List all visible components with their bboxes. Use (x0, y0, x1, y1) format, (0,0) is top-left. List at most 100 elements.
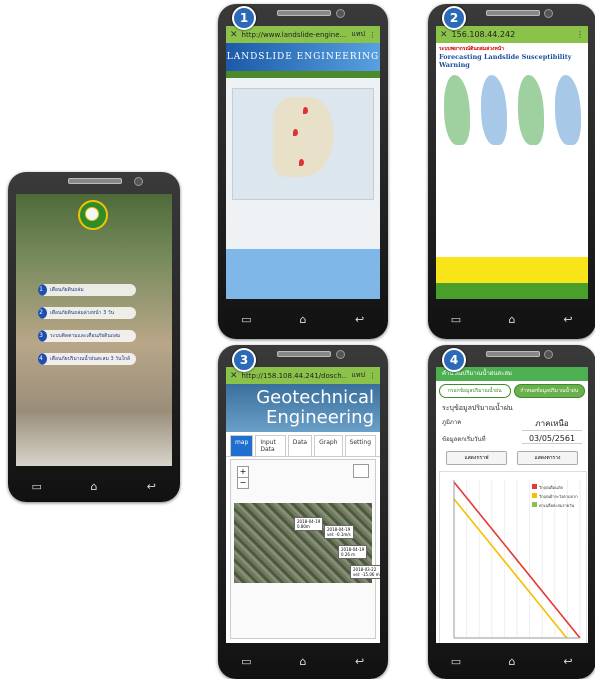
recent-apps-icon[interactable]: ▭ (444, 313, 468, 326)
form-title: ระบุข้อมูลปริมาณน้ำฝน (442, 404, 513, 412)
back-icon[interactable]: ↩ (139, 480, 163, 493)
site-banner: LANDSLIDE ENGINEERING (226, 43, 380, 71)
menu-item-4[interactable]: 4 เตือนภัยปริมาณน้ำฝนสะสม 3 วันใกล้ (38, 353, 136, 365)
menu-dots-icon[interactable]: ⋮ (369, 372, 376, 380)
recent-apps-icon[interactable]: ▭ (444, 655, 468, 668)
menu-label: เตือนภัยดินถล่มล่วงหน้า 3 วัน (50, 310, 115, 316)
geotechnical-logo: Geotechnical Engineering (226, 384, 380, 432)
tab-data[interactable]: Data (287, 435, 313, 456)
rainfall-chart: วิกฤตเตือนภัยวิกฤตเฝ้าระวังตามจากค่าเฉลี… (439, 471, 587, 643)
rain-form: ระบุข้อมูลปริมาณน้ำฝน ภูมิภาค ภาคเหนือ ข… (436, 401, 588, 449)
sensor-popup[interactable]: 2018-03-22 vel: -15.06 m (350, 565, 380, 579)
menu-label: ระบบติดตามและเตือนภัยดินถล่ม (50, 333, 121, 339)
browser-screen: ✕ http://158.108.44.241/dosch... แทป ⋮ G… (226, 367, 380, 643)
speaker-grille (277, 351, 331, 357)
home-icon[interactable]: ⌂ (500, 313, 524, 326)
home-icon[interactable]: ⌂ (82, 480, 106, 493)
camera-icon (336, 9, 345, 18)
recent-apps-icon[interactable]: ▭ (234, 313, 258, 326)
thailand-map-day2[interactable] (480, 75, 507, 145)
url-text: http://158.108.44.241/dosch... (241, 371, 348, 380)
menu-number: 1 (38, 284, 47, 296)
camera-icon (134, 177, 143, 186)
tab-set-rain[interactable]: กำหนดข้อมูลปริมาณน้ำฝน (513, 384, 585, 398)
date-label: ข้อมูลตกเริ่มวันที่ (442, 436, 486, 443)
tab-input-rain[interactable]: กรอกข้อมูลปริมาณน้ำฝน (439, 384, 511, 398)
region-select[interactable]: ภาคเหนือ (522, 417, 582, 431)
speaker-grille (68, 178, 122, 184)
phone-landslide-website: ✕ http://www.landslide-engine... แทป ⋮ L… (218, 4, 388, 339)
phone-home-app: 1 เตือนภัยดินถล่ม 2 เตือนภัยดินถล่มล่วงหน้า… (8, 172, 180, 502)
home-icon[interactable]: ⌂ (500, 655, 524, 668)
tab-strip: map Input Data Data Graph Setting (226, 432, 380, 457)
url-text: http://www.landslide-engine... (241, 30, 347, 39)
menu-dots-icon[interactable]: ⋮ (576, 30, 584, 39)
android-nav-bar: ▭ ⌂ ↩ (218, 309, 388, 329)
menu-dots-icon[interactable]: ⋮ (369, 31, 376, 39)
thailand-map-day3[interactable] (517, 75, 544, 145)
step-badge-2: 2 (442, 6, 466, 30)
phone-geotechnical-monitor: ✕ http://158.108.44.241/dosch... แทป ⋮ G… (218, 345, 388, 679)
footer-green (436, 283, 588, 299)
zoom-out-button[interactable]: − (237, 477, 249, 489)
back-icon[interactable]: ↩ (348, 655, 372, 668)
phone-rainfall-calculator: คำนวณปริมาณน้ำฝนสะสม กรอกข้อมูลปริมาณน้ำ… (428, 345, 595, 679)
speaker-grille (277, 10, 331, 16)
back-icon[interactable]: ↩ (556, 655, 580, 668)
android-nav-bar: ▭ ⌂ ↩ (218, 651, 388, 671)
sensor-popup[interactable]: 2018-04-19 0.26 m (338, 545, 368, 559)
map-pin-icon[interactable] (299, 159, 304, 166)
region-label: ภูมิภาค (442, 419, 462, 426)
camera-icon (544, 350, 553, 359)
date-input[interactable]: 03/05/2561 (522, 434, 582, 444)
tab-graph[interactable]: Graph (314, 435, 343, 456)
landslide-map[interactable] (232, 88, 374, 200)
popup-value: 0.26 m (341, 552, 356, 557)
sensor-popup[interactable]: 2018-04-19 0.80m (294, 517, 324, 531)
popup-value: vel: -15.06 m (353, 572, 380, 577)
recent-apps-icon[interactable]: ▭ (234, 655, 258, 668)
home-screen: 1 เตือนภัยดินถล่ม 2 เตือนภัยดินถล่มล่วงหน้า… (16, 194, 172, 466)
android-nav-bar: ▭ ⌂ ↩ (8, 476, 180, 496)
step-badge-1: 1 (232, 6, 256, 30)
back-icon[interactable]: ↩ (556, 313, 580, 326)
app-screen: คำนวณปริมาณน้ำฝนสะสม กรอกข้อมูลปริมาณน้ำ… (436, 367, 588, 643)
menu-label: เตือนภัยดินถล่ม (50, 287, 84, 293)
menu-number: 4 (38, 353, 47, 365)
sensor-popup[interactable]: 2018-04-19 vel: -0.1m/s (324, 525, 354, 539)
menu-item-1[interactable]: 1 เตือนภัยดินถล่ม (38, 284, 136, 296)
home-icon[interactable]: ⌂ (291, 655, 315, 668)
close-tab-icon[interactable]: ✕ (230, 371, 238, 381)
thailand-map-day4[interactable] (554, 75, 581, 145)
camera-icon (336, 350, 345, 359)
menu-item-2[interactable]: 2 เตือนภัยดินถล่มล่วงหน้า 3 วัน (38, 307, 136, 319)
forecast-title-en: Forecasting Landslide Susceptibility War… (439, 53, 572, 69)
site-menu-bar[interactable] (226, 71, 380, 78)
tab-count[interactable]: แทป (351, 370, 365, 381)
browser-screen: ✕ 156.108.44.242 ⋮ ระบบพยากรณ์ดินถล่มล่ว… (436, 26, 588, 299)
app-logo-mark (85, 207, 99, 221)
tab-strip: กรอกข้อมูลปริมาณน้ำฝน กำหนดข้อมูลปริมาณน… (436, 381, 588, 401)
thailand-maps (436, 69, 588, 151)
tab-count[interactable]: แทป (351, 29, 365, 40)
step-badge-4: 4 (442, 348, 466, 372)
date-row: ข้อมูลตกเริ่มวันที่ 03/05/2561 (442, 434, 582, 444)
footer-area (226, 249, 380, 299)
close-tab-icon[interactable]: ✕ (440, 30, 448, 40)
tab-map[interactable]: map (230, 435, 254, 456)
home-icon[interactable]: ⌂ (291, 313, 315, 326)
back-icon[interactable]: ↩ (348, 313, 372, 326)
show-table-button[interactable]: แสดงตาราง (517, 451, 578, 465)
menu-item-3[interactable]: 3 ระบบติดตามและเตือนภัยดินถล่ม (38, 330, 136, 342)
tab-input-data[interactable]: Input Data (255, 435, 286, 456)
close-tab-icon[interactable]: ✕ (230, 30, 238, 40)
series-line-2 (453, 498, 568, 639)
layers-icon[interactable] (353, 464, 369, 478)
thailand-map-day1[interactable] (443, 75, 470, 145)
map-pin-icon[interactable] (303, 107, 308, 114)
recent-apps-icon[interactable]: ▭ (25, 480, 49, 493)
map-pin-icon[interactable] (293, 129, 298, 136)
tab-setting[interactable]: Setting (344, 435, 376, 456)
show-graph-button[interactable]: แสดงกราฟ (446, 451, 507, 465)
popup-value: 0.80m (297, 524, 310, 529)
